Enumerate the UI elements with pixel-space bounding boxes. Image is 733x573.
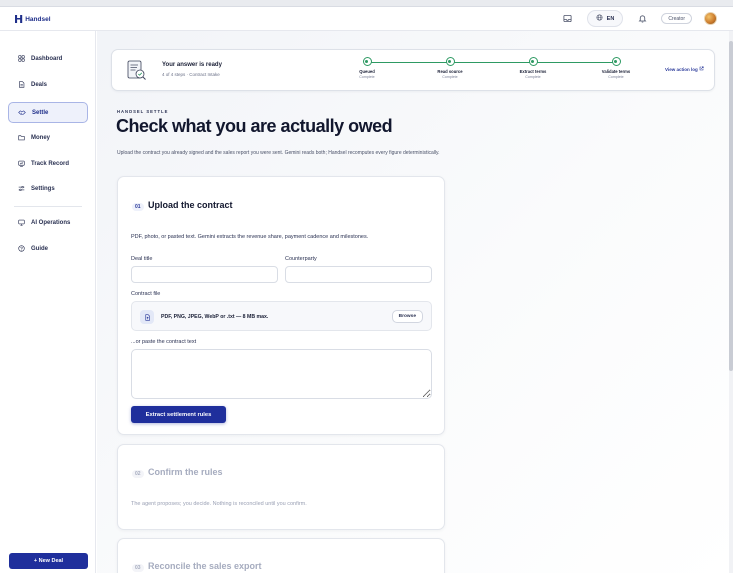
brand-logo[interactable]: H Handsel xyxy=(14,13,51,26)
record-icon xyxy=(17,160,25,168)
sidebar: Dashboard Deals Settle Money Track Recor… xyxy=(0,31,96,573)
app-window: H Handsel EN Creator Dashboard Deals Set… xyxy=(0,6,733,573)
grid-icon xyxy=(17,55,25,63)
step-state: Complete xyxy=(359,75,375,79)
avatar[interactable] xyxy=(704,12,717,25)
brand-name: Handsel xyxy=(25,16,51,23)
language-label: EN xyxy=(606,15,615,22)
reconcile-sales-card: 03 Reconcile the sales export xyxy=(117,538,445,573)
sidebar-item-label: Guide xyxy=(31,245,49,252)
sidebar-item-label: Deals xyxy=(31,81,48,88)
dropzone-text: PDF, PNG, JPEG, WebP or .txt — 8 MB max. xyxy=(161,314,269,320)
sidebar-divider xyxy=(14,206,82,207)
sidebar-item-dashboard[interactable]: Dashboard xyxy=(8,48,88,69)
file-upload-icon xyxy=(140,310,154,324)
scrollbar-thumb[interactable] xyxy=(729,41,733,371)
role-badge[interactable]: Creator xyxy=(661,13,692,24)
sliders-icon xyxy=(17,185,25,193)
browse-button[interactable]: Browse xyxy=(391,310,423,323)
section-number: 02 xyxy=(132,470,144,478)
sidebar-item-label: AI Operations xyxy=(31,219,71,226)
main-content: Your answer is ready 4 of 4 steps · Cont… xyxy=(97,31,733,573)
section-number: 03 xyxy=(132,564,144,572)
section-description: PDF, photo, or pasted text. Gemini extra… xyxy=(131,234,369,240)
sidebar-item-label: Money xyxy=(31,134,51,141)
step-complete-icon xyxy=(528,57,538,66)
sidebar-item-settings[interactable]: Settings xyxy=(8,178,88,199)
contract-file-dropzone[interactable]: PDF, PNG, JPEG, WebP or .txt — 8 MB max.… xyxy=(131,301,432,331)
external-link-icon xyxy=(699,66,704,72)
monitor-icon xyxy=(17,219,25,227)
step-complete-icon xyxy=(611,57,621,66)
status-subtitle: 4 of 4 steps · Contract Intake xyxy=(162,72,220,77)
step-label: Read source xyxy=(437,69,463,74)
globe-icon xyxy=(596,14,603,23)
folder-icon xyxy=(17,134,25,142)
sidebar-item-deals[interactable]: Deals xyxy=(8,74,88,95)
sidebar-item-guide[interactable]: Guide xyxy=(8,238,88,259)
status-title: Your answer is ready xyxy=(162,62,222,68)
sidebar-item-label: Settings xyxy=(31,185,55,192)
step-queued: Queued Complete xyxy=(337,57,397,79)
section-description: The agent proposes; you decide. Nothing … xyxy=(131,501,307,507)
sidebar-item-label: Track Record xyxy=(31,160,70,167)
step-label: Extract terms xyxy=(519,69,547,74)
contract-file-label: Contract file xyxy=(131,291,161,297)
step-label: Validate terms xyxy=(601,69,631,74)
new-deal-button[interactable]: + New Deal xyxy=(9,553,88,569)
top-bar: H Handsel EN Creator xyxy=(0,7,733,31)
section-title: Reconcile the sales export xyxy=(148,561,262,571)
status-card: Your answer is ready 4 of 4 steps · Cont… xyxy=(111,49,715,91)
step-validate-terms: Validate terms Complete xyxy=(586,57,646,79)
bell-icon[interactable] xyxy=(635,12,649,26)
language-switch[interactable]: EN xyxy=(586,10,624,27)
help-icon xyxy=(17,245,25,253)
step-state: Complete xyxy=(442,75,458,79)
step-state: Complete xyxy=(525,75,541,79)
counterparty-label: Counterparty xyxy=(285,256,317,262)
sidebar-item-settle[interactable]: Settle xyxy=(8,102,88,123)
sidebar-item-money[interactable]: Money xyxy=(8,127,88,148)
page-description: Upload the contract you already signed a… xyxy=(117,150,440,156)
action-log-label: View action log xyxy=(665,67,698,72)
section-title: Confirm the rules xyxy=(148,467,223,477)
step-complete-icon xyxy=(362,57,372,66)
deal-title-field[interactable] xyxy=(131,266,278,283)
paste-text-label: ...or paste the contract text xyxy=(131,339,197,345)
section-title: Upload the contract xyxy=(148,200,233,210)
confirm-rules-card: 02 Confirm the rules The agent proposes;… xyxy=(117,444,445,530)
page-title: Check what you are actually owed xyxy=(116,116,393,136)
steps-progress-line xyxy=(366,62,615,63)
step-read-source: Read source Complete xyxy=(420,57,480,79)
contract-illustration-icon xyxy=(124,58,148,82)
handshake-icon xyxy=(18,109,26,117)
sidebar-item-track-record[interactable]: Track Record xyxy=(8,153,88,174)
sidebar-item-ai-operations[interactable]: AI Operations xyxy=(8,212,88,233)
section-number: 01 xyxy=(132,203,144,211)
top-actions: EN Creator xyxy=(561,10,717,27)
document-icon xyxy=(17,81,25,89)
step-state: Complete xyxy=(608,75,624,79)
sidebar-item-label: Dashboard xyxy=(31,55,63,62)
page-eyebrow: HANDSEL SETTLE xyxy=(117,109,169,114)
step-label: Queued xyxy=(359,69,375,74)
inbox-icon[interactable] xyxy=(561,12,575,26)
sidebar-item-label: Settle xyxy=(32,109,49,116)
view-action-log-link[interactable]: View action log xyxy=(665,66,704,72)
contract-text-area[interactable] xyxy=(131,349,432,399)
step-extract-terms: Extract terms Complete xyxy=(503,57,563,79)
upload-contract-card: 01 Upload the contract PDF, photo, or pa… xyxy=(117,176,445,435)
step-complete-icon xyxy=(445,57,455,66)
counterparty-field[interactable] xyxy=(285,266,432,283)
extract-settlement-rules-button[interactable]: Extract settlement rules xyxy=(131,406,226,423)
brand-mark: H xyxy=(14,13,23,26)
deal-title-label: Deal title xyxy=(131,256,153,262)
